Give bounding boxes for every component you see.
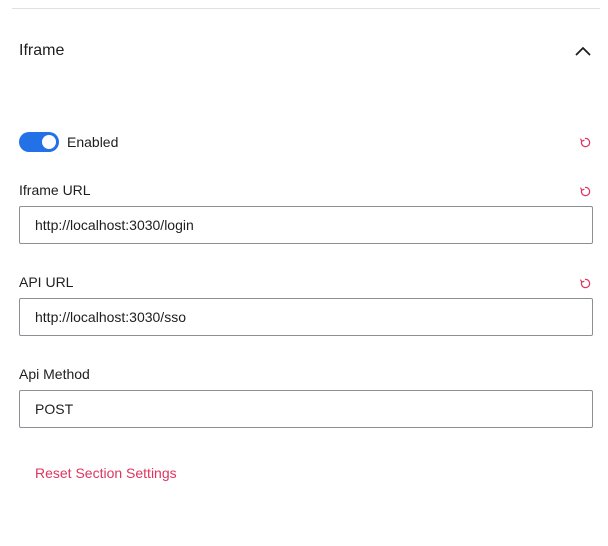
api-url-input[interactable]: http://localhost:3030/sso	[19, 298, 593, 336]
section-title: Iframe	[19, 42, 65, 59]
section-header-iframe[interactable]: Iframe	[19, 36, 593, 66]
iframe-url-field: Iframe URL http://localhost:3030/login	[19, 181, 593, 245]
api-method-input[interactable]: POST	[19, 390, 593, 428]
iframe-url-input[interactable]: http://localhost:3030/login	[19, 206, 593, 244]
toggle-knob	[42, 135, 56, 149]
chevron-up-icon[interactable]	[573, 41, 593, 61]
top-divider	[12, 8, 600, 9]
api-method-field: Api Method POST	[19, 365, 593, 429]
reset-icon[interactable]	[579, 185, 591, 197]
enabled-toggle-label: Enabled	[67, 134, 119, 150]
enabled-toggle-row: Enabled	[19, 130, 593, 154]
enabled-toggle[interactable]	[19, 132, 59, 152]
settings-panel: Iframe Enabled Iframe URL http://localho…	[0, 0, 608, 546]
api-url-field: API URL http://localhost:3030/sso	[19, 273, 593, 337]
iframe-url-label: Iframe URL	[19, 182, 91, 198]
reset-section-settings-link[interactable]: Reset Section Settings	[35, 465, 177, 481]
reset-icon[interactable]	[579, 136, 591, 148]
reset-icon[interactable]	[579, 277, 591, 289]
api-url-label: API URL	[19, 274, 74, 290]
api-method-label: Api Method	[19, 366, 90, 382]
